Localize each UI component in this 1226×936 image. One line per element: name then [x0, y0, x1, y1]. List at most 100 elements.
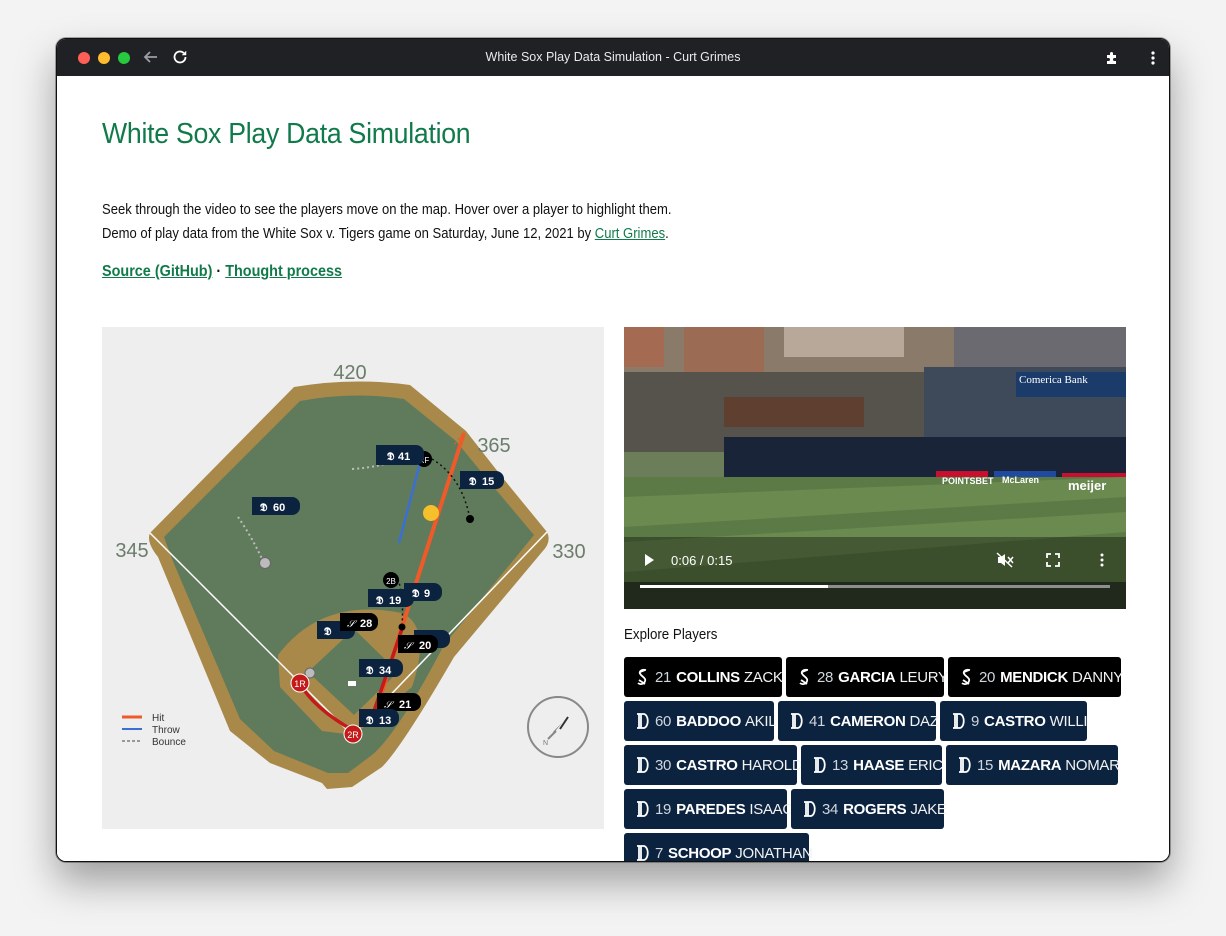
white-sox-logo-icon — [798, 668, 812, 686]
thought-process-link[interactable]: Thought process — [225, 263, 342, 280]
player-button-mazara-nomar[interactable]: 15 MAZARA NOMAR — [946, 745, 1120, 785]
player-marker-20[interactable]: 𝒮 20 — [398, 635, 438, 653]
field-map-svg: 420 365 345 330 1R 2R 2B RF 𝕯 41 𝕯 15 𝕯 … — [115, 362, 589, 789]
player-marker-13[interactable]: 𝕯 13 — [359, 709, 399, 727]
svg-text:28: 28 — [360, 618, 372, 630]
player-last-name: HAASE — [853, 756, 905, 774]
video-time: 0:06 / 0:15 — [671, 553, 733, 568]
player-button-cameron-daz[interactable]: 41 CAMERON DAZ — [778, 701, 939, 741]
player-last-name: MAZARA — [998, 756, 1062, 774]
svg-text:𝕯: 𝕯 — [260, 502, 268, 514]
distance-left: 345 — [115, 540, 148, 562]
video-options-icon[interactable] — [1095, 551, 1109, 569]
player-last-name: BADDOO — [676, 712, 741, 730]
description-suffix: . — [665, 226, 669, 242]
mute-icon[interactable] — [996, 552, 1014, 568]
svg-text:60: 60 — [273, 502, 285, 514]
player-button-collins-zack[interactable]: 21 COLLINS ZACK — [624, 657, 783, 697]
svg-text:34: 34 — [379, 665, 392, 677]
tigers-logo-icon — [952, 712, 966, 730]
player-last-name: CAMERON — [830, 712, 906, 730]
field-map[interactable]: 420 365 345 330 1R 2R 2B RF 𝕯 41 𝕯 15 𝕯 … — [102, 327, 604, 829]
player-last-name: PAREDES — [676, 800, 746, 818]
white-sox-logo-icon — [636, 668, 650, 686]
player-last-name: CASTRO — [676, 756, 738, 774]
fielder-dot-9 — [398, 623, 406, 631]
ball-marker — [423, 505, 439, 521]
explore-players-heading: Explore Players — [624, 627, 718, 643]
pitchers-rubber — [348, 681, 356, 686]
tigers-logo-icon — [636, 756, 650, 774]
player-button-baddoo-akil[interactable]: 60 BADDOO AKIL — [624, 701, 777, 741]
player-marker-15[interactable]: 𝕯 15 — [460, 471, 504, 489]
svg-text:20: 20 — [419, 640, 431, 652]
player-button-garcia-leury[interactable]: 28 GARCIA LEURY — [786, 657, 948, 697]
player-button-mendick-danny[interactable]: 20 MENDICK DANNY — [948, 657, 1124, 697]
description-line-1: Seek through the video to see the player… — [102, 202, 672, 218]
play-icon[interactable] — [642, 553, 656, 567]
puzzle-extension-icon[interactable] — [1102, 48, 1122, 68]
tigers-logo-icon — [813, 756, 827, 774]
player-button-haase-eric[interactable]: 13 HAASE ERIC — [801, 745, 943, 785]
player-first-name: JAKE — [910, 800, 947, 818]
tigers-logo-icon: 𝕯 — [324, 626, 332, 638]
fielder-dot-15 — [466, 515, 474, 523]
player-button-rogers-jake[interactable]: 34 ROGERS JAKE — [791, 789, 947, 829]
player-first-name: DAZ — [909, 712, 939, 730]
player-button-schoop-jonathan[interactable]: 7 SCHOOP JONATHAN — [624, 833, 813, 862]
compass-icon[interactable]: N — [527, 696, 589, 758]
author-link[interactable]: Curt Grimes — [595, 226, 665, 242]
svg-text:13: 13 — [379, 715, 391, 727]
video-progress-fill[interactable] — [640, 585, 828, 588]
distance-right-center: 365 — [477, 435, 510, 457]
window-title: White Sox Play Data Simulation - Curt Gr… — [485, 50, 741, 64]
player-first-name: HAROLD — [741, 756, 803, 774]
player-number: 34 — [822, 800, 839, 818]
player-marker-60[interactable]: 𝕯 60 — [252, 497, 300, 515]
player-marker-9[interactable]: 𝕯 9 — [404, 583, 442, 601]
page-title: White Sox Play Data Simulation — [102, 118, 471, 150]
ball-origin — [259, 557, 271, 569]
links-row: Source (GitHub) · Thought process — [102, 263, 342, 281]
player-number: 7 — [655, 844, 664, 862]
player-marker-21[interactable]: 𝒮 21 — [377, 693, 421, 711]
player-marker-41[interactable]: 𝕯 41 — [376, 445, 424, 465]
kebab-menu-icon[interactable] — [1143, 48, 1163, 68]
ad-mclaren: McLaren — [1002, 475, 1039, 485]
runner-1r-label: 1R — [294, 679, 306, 689]
svg-text:15: 15 — [482, 476, 494, 488]
player-number: 20 — [979, 668, 996, 686]
legend-bounce-label: Bounce — [152, 737, 186, 748]
runner-2r-label: 2R — [347, 730, 359, 740]
links-separator: · — [212, 263, 226, 280]
svg-text:19: 19 — [389, 595, 401, 607]
player-marker-28[interactable]: 𝒮 28 — [340, 613, 378, 631]
svg-text:𝕯: 𝕯 — [376, 595, 384, 607]
fullscreen-icon[interactable] — [1046, 553, 1060, 567]
player-first-name: DANNY — [1072, 668, 1124, 686]
player-marker-34[interactable]: 𝕯 34 — [359, 659, 403, 677]
tigers-logo-icon — [958, 756, 972, 774]
player-number: 60 — [655, 712, 672, 730]
player-button-paredes-isaac[interactable]: 19 PAREDES ISAAC — [624, 789, 793, 829]
tigers-logo-icon — [636, 712, 650, 730]
game-video-player[interactable]: Comerica Bank POINTSBET McLaren meijer 0… — [624, 327, 1126, 609]
browser-window: White Sox Play Data Simulation - Curt Gr… — [56, 38, 1170, 862]
player-number: 30 — [655, 756, 672, 774]
svg-text:41: 41 — [398, 451, 410, 463]
player-button-castro-willi[interactable]: 9 CASTRO WILLI — [940, 701, 1088, 741]
player-button-castro-harold[interactable]: 30 CASTRO HAROLD — [624, 745, 803, 785]
player-last-name: ROGERS — [843, 800, 907, 818]
svg-text:N: N — [543, 740, 548, 747]
player-first-name: ERIC — [908, 756, 943, 774]
source-github-link[interactable]: Source (GitHub) — [102, 263, 212, 280]
svg-text:𝕯: 𝕯 — [366, 665, 374, 677]
white-sox-logo-icon — [960, 668, 974, 686]
player-number: 9 — [971, 712, 980, 730]
player-last-name: SCHOOP — [668, 844, 732, 862]
description-prefix: Demo of play data from the White Sox v. … — [102, 226, 595, 242]
player-first-name: NOMAR — [1065, 756, 1120, 774]
svg-text:𝕯: 𝕯 — [469, 476, 477, 488]
second-base-label: 2B — [386, 577, 396, 586]
player-last-name: GARCIA — [838, 668, 896, 686]
